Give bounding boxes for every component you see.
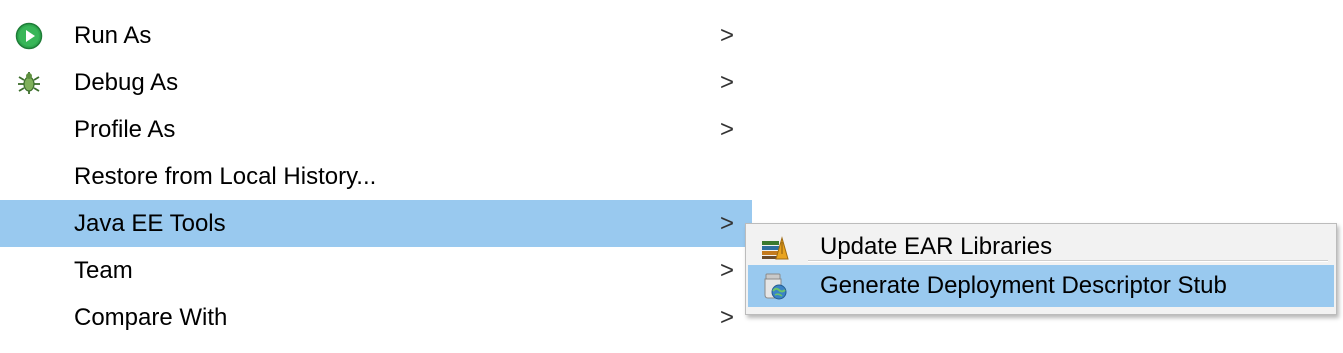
submenu-arrow-icon: > <box>719 21 734 49</box>
ear-libraries-icon <box>760 232 790 262</box>
debug-bug-icon <box>14 68 44 98</box>
menu-item-java-ee-tools[interactable]: Java EE Tools > <box>0 200 752 247</box>
menu-item-label: Debug As <box>74 68 179 96</box>
run-icon <box>14 21 44 51</box>
deployment-descriptor-icon <box>760 271 790 301</box>
menu-item-profile-as[interactable]: Profile As > <box>0 106 752 153</box>
java-ee-tools-submenu: Update EAR Libraries Generate Deployment… <box>745 223 1337 315</box>
menu-item-run-as[interactable]: Run As > <box>0 12 752 59</box>
menu-item-label: Compare With <box>74 303 228 331</box>
submenu-item-label: Update EAR Libraries <box>820 233 1053 260</box>
submenu-item-label: Generate Deployment Descriptor Stub <box>820 272 1227 299</box>
menu-item-label: Java EE Tools <box>74 209 226 237</box>
menu-item-compare-with[interactable]: Compare With > <box>0 294 752 341</box>
submenu-separator <box>808 260 1328 262</box>
menu-item-restore-from-local-history[interactable]: Restore from Local History... <box>0 153 752 200</box>
submenu-arrow-icon: > <box>719 209 734 237</box>
context-menu: Run As > Debug As > Profile As > Restore… <box>0 12 752 341</box>
submenu-arrow-icon: > <box>719 256 734 284</box>
menu-item-label: Team <box>74 256 133 284</box>
submenu-arrow-icon: > <box>719 115 734 143</box>
submenu-item-generate-deployment-descriptor-stub[interactable]: Generate Deployment Descriptor Stub <box>748 265 1334 307</box>
menu-item-label: Restore from Local History... <box>74 162 377 190</box>
menu-item-label: Run As <box>74 21 152 49</box>
menu-item-debug-as[interactable]: Debug As > <box>0 59 752 106</box>
submenu-arrow-icon: > <box>719 303 734 331</box>
menu-item-label: Profile As <box>74 115 176 143</box>
submenu-arrow-icon: > <box>719 68 734 96</box>
menu-item-team[interactable]: Team > <box>0 247 752 294</box>
